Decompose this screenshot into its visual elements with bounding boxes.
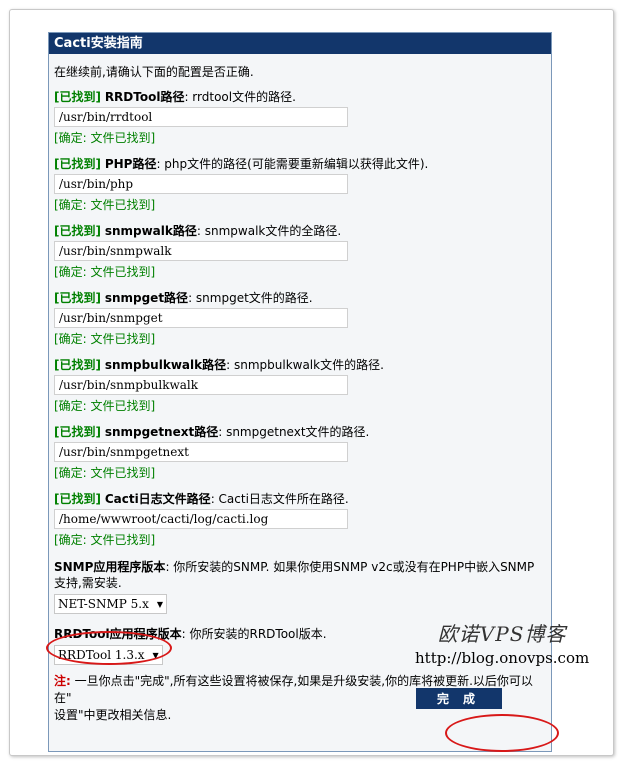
rrdtool-path-input[interactable]: /usr/bin/rrdtool <box>54 107 348 127</box>
field-name: snmpgetnext路径 <box>104 425 219 439</box>
cacti-log-path-section: [已找到] Cacti日志文件路径: Cacti日志文件所在路径. /home/… <box>54 491 544 548</box>
field-desc: : php文件的路径(可能需要重新编辑以获得此文件). <box>156 157 429 171</box>
snmpbulkwalk-path-input[interactable]: /usr/bin/snmpbulkwalk <box>54 375 348 395</box>
confirm-text: [确定: 文件已找到] <box>54 466 156 480</box>
panel-title: Cacti安装指南 <box>49 33 551 54</box>
snmp-version-section: SNMP应用程序版本: 你所安装的SNMP. 如果你使用SNMP v2c或没有在… <box>54 559 544 614</box>
field-desc: : snmpgetnext文件的路径. <box>218 425 370 439</box>
field-name: snmpget路径 <box>104 291 189 305</box>
found-tag: [已找到] <box>54 358 101 372</box>
found-tag: [已找到] <box>54 90 101 104</box>
field-name: PHP路径 <box>104 157 157 171</box>
snmpgetnext-path-section: [已找到] snmpgetnext路径: snmpgetnext文件的路径. /… <box>54 424 544 481</box>
finish-button[interactable]: 完成 <box>416 688 502 709</box>
selected-value: NET-SNMP 5.x <box>58 597 149 611</box>
confirm-text: [确定: 文件已找到] <box>54 131 156 145</box>
highlight-oval-rrdtool <box>46 631 172 665</box>
field-name: RRDTool路径 <box>104 90 185 104</box>
highlight-oval-finish <box>445 714 559 752</box>
rrdtool-path-section: [已找到] RRDTool路径: rrdtool文件的路径. /usr/bin/… <box>54 89 544 146</box>
field-desc: : 你所安装的RRDTool版本. <box>181 627 327 641</box>
field-desc: : 你所安装的SNMP. 如果你使用SNMP v2c或没有在PHP中嵌入SNMP <box>165 560 535 574</box>
field-desc: : snmpwalk文件的全路径. <box>196 224 342 238</box>
field-desc: : snmpget文件的路径. <box>188 291 313 305</box>
field-name: Cacti日志文件路径 <box>104 492 211 506</box>
snmpwalk-path-section: [已找到] snmpwalk路径: snmpwalk文件的全路径. /usr/b… <box>54 223 544 280</box>
confirm-text: [确定: 文件已找到] <box>54 265 156 279</box>
field-desc: : Cacti日志文件所在路径. <box>210 492 349 506</box>
snmpgetnext-path-input[interactable]: /usr/bin/snmpgetnext <box>54 442 348 462</box>
confirm-text: [确定: 文件已找到] <box>54 198 156 212</box>
watermark-title: 欧诺VPS博客 <box>437 622 567 646</box>
found-tag: [已找到] <box>54 492 101 506</box>
field-desc: : rrdtool文件的路径. <box>184 90 296 104</box>
field-name: snmpwalk路径 <box>104 224 197 238</box>
snmp-version-select[interactable]: NET-SNMP 5.x ▼ <box>54 594 168 614</box>
field-name: snmpbulkwalk路径 <box>104 358 227 372</box>
found-tag: [已找到] <box>54 157 101 171</box>
found-tag: [已找到] <box>54 291 101 305</box>
field-name: SNMP应用程序版本 <box>54 560 166 574</box>
snmpbulkwalk-path-section: [已找到] snmpbulkwalk路径: snmpbulkwalk文件的路径.… <box>54 357 544 414</box>
confirm-text: [确定: 文件已找到] <box>54 332 156 346</box>
field-desc: : snmpbulkwalk文件的路径. <box>226 358 384 372</box>
php-path-input[interactable]: /usr/bin/php <box>54 174 348 194</box>
confirm-text: [确定: 文件已找到] <box>54 399 156 413</box>
watermark-url: http://blog.onovps.com <box>415 649 590 667</box>
found-tag: [已找到] <box>54 224 101 238</box>
field-desc-cont: 支持,需安装. <box>54 576 122 590</box>
intro-text: 在继续前,请确认下面的配置是否正确. <box>54 65 254 79</box>
php-path-section: [已找到] PHP路径: php文件的路径(可能需要重新编辑以获得此文件). /… <box>54 156 544 213</box>
cacti-log-path-input[interactable]: /home/wwwroot/cacti/log/cacti.log <box>54 509 348 529</box>
chevron-down-icon: ▼ <box>156 599 164 609</box>
note-label: 注: <box>54 674 71 688</box>
found-tag: [已找到] <box>54 425 101 439</box>
snmpget-path-section: [已找到] snmpget路径: snmpget文件的路径. /usr/bin/… <box>54 290 544 347</box>
watermark: 欧诺VPS博客 http://blog.onovps.com <box>415 618 589 667</box>
snmpget-path-input[interactable]: /usr/bin/snmpget <box>54 308 348 328</box>
confirm-text: [确定: 文件已找到] <box>54 533 156 547</box>
snmpwalk-path-input[interactable]: /usr/bin/snmpwalk <box>54 241 348 261</box>
